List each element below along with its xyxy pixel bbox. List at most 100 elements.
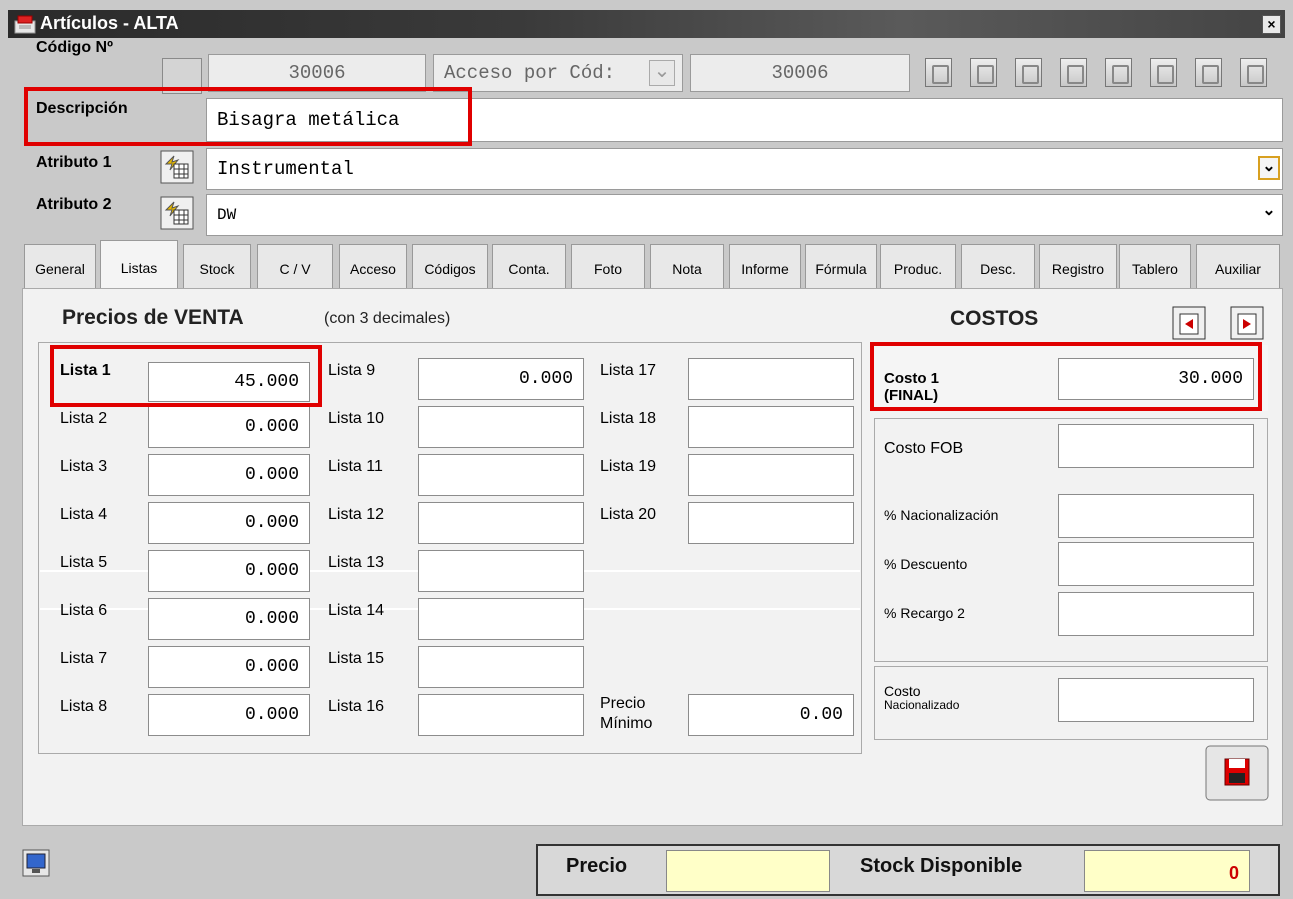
- lista-8-label: Lista 8: [60, 698, 108, 715]
- atributo1-select[interactable]: Instrumental: [206, 148, 1283, 190]
- lista-15-label: Lista 15: [328, 650, 385, 667]
- acceso-dropdown-icon[interactable]: ⌄: [649, 60, 675, 86]
- nav-prev-icon[interactable]: [1015, 58, 1042, 87]
- nav-prev-page-icon[interactable]: [970, 58, 997, 87]
- atributo1-value: Instrumental: [217, 158, 354, 180]
- nav-next-icon[interactable]: [1105, 58, 1132, 87]
- tab-codigos[interactable]: Códigos: [412, 244, 488, 288]
- floppy-disk-icon: [1224, 758, 1250, 786]
- tab-informe[interactable]: Informe: [729, 244, 801, 288]
- lista-6-field[interactable]: 0.000: [148, 598, 310, 640]
- nacionalizacion-field[interactable]: [1058, 494, 1254, 538]
- lista-8-field[interactable]: 0.000: [148, 694, 310, 736]
- costo-nacionalizado-field[interactable]: [1058, 678, 1254, 722]
- atributo1-dropdown-icon[interactable]: ⌄: [1258, 156, 1280, 180]
- app-icon: [14, 15, 36, 34]
- lista-3-label: Lista 3: [60, 458, 108, 475]
- nacionalizacion-label: % Nacionalización: [884, 507, 999, 523]
- close-button[interactable]: ×: [1262, 15, 1281, 34]
- lista-2-field[interactable]: 0.000: [148, 406, 310, 448]
- lista-5-field[interactable]: 0.000: [148, 550, 310, 592]
- stock-disponible-label: Stock Disponible: [860, 855, 1023, 877]
- lista-14-field[interactable]: [418, 598, 584, 640]
- costo1-highlight: [870, 342, 1262, 411]
- tab-registro[interactable]: Registro: [1039, 244, 1117, 288]
- costo-nacionalizado-label-line2: Nacionalizado: [884, 698, 960, 712]
- lista-20-field[interactable]: [688, 502, 854, 544]
- lista-4-label: Lista 4: [60, 506, 108, 523]
- tab-general[interactable]: General: [24, 244, 96, 288]
- nav-new-icon[interactable]: [1240, 58, 1267, 87]
- tab-listas[interactable]: Listas: [100, 240, 178, 290]
- lista-11-field[interactable]: [418, 454, 584, 496]
- atributo2-dropdown-icon[interactable]: ⌄: [1258, 202, 1280, 226]
- tab-cv[interactable]: C / V: [257, 244, 333, 288]
- nav-last-icon[interactable]: [1195, 58, 1222, 87]
- lista-5-label: Lista 5: [60, 554, 108, 571]
- lista-17-label: Lista 17: [600, 362, 657, 379]
- precio-minimo-label-line1: Precio: [600, 695, 646, 712]
- descuento-field[interactable]: [1058, 542, 1254, 586]
- stock-disponible-field: 0: [1084, 850, 1250, 892]
- save-button[interactable]: [1205, 745, 1269, 801]
- costo-prev-icon[interactable]: [1172, 306, 1206, 340]
- precio-minimo-label-line2: Mínimo: [600, 715, 653, 732]
- lista-18-field[interactable]: [688, 406, 854, 448]
- costo-nacionalizado-label: Costo Nacionalizado: [884, 684, 959, 712]
- precio-status-field: [666, 850, 830, 892]
- atributo1-lookup-icon[interactable]: [160, 150, 194, 184]
- tab-auxiliar[interactable]: Auxiliar: [1196, 244, 1280, 288]
- atributo2-lookup-icon[interactable]: [160, 196, 194, 230]
- nav-next-page-icon[interactable]: [1150, 58, 1177, 87]
- monitor-icon[interactable]: [22, 849, 50, 877]
- codigo-field-2: 30006: [690, 54, 910, 92]
- tab-acceso[interactable]: Acceso: [339, 244, 407, 288]
- lista-11-label: Lista 11: [328, 458, 383, 475]
- lista-10-label: Lista 10: [328, 410, 385, 427]
- lista-2-label: Lista 2: [60, 410, 108, 427]
- tab-formula[interactable]: Fórmula: [805, 244, 877, 288]
- tab-conta[interactable]: Conta.: [492, 244, 566, 288]
- precios-venta-subheading: (con 3 decimales): [324, 310, 451, 327]
- lista-7-label: Lista 7: [60, 650, 108, 667]
- tab-foto[interactable]: Foto: [571, 244, 645, 288]
- lista-1-highlight: [50, 345, 322, 407]
- tab-desc[interactable]: Desc.: [961, 244, 1035, 288]
- precios-venta-heading: Precios de VENTA: [62, 306, 244, 329]
- lista-16-label: Lista 16: [328, 698, 385, 715]
- nav-first-icon[interactable]: [925, 58, 952, 87]
- costo-fob-field[interactable]: [1058, 424, 1254, 468]
- record-nav-toolbar: [917, 52, 1285, 96]
- lista-9-field[interactable]: 0.000: [418, 358, 584, 400]
- precio-minimo-label: Precio Mínimo: [600, 694, 652, 734]
- lista-17-field[interactable]: [688, 358, 854, 400]
- lista-9-label: Lista 9: [328, 362, 376, 379]
- tab-nota[interactable]: Nota: [650, 244, 724, 288]
- lista-15-field[interactable]: [418, 646, 584, 688]
- lista-13-label: Lista 13: [328, 554, 385, 571]
- lista-7-field[interactable]: 0.000: [148, 646, 310, 688]
- lista-12-label: Lista 12: [328, 506, 385, 523]
- window-title: Artículos - ALTA: [40, 13, 179, 33]
- precio-minimo-field[interactable]: 0.00: [688, 694, 854, 736]
- lista-16-field[interactable]: [418, 694, 584, 736]
- recargo-field[interactable]: [1058, 592, 1254, 636]
- tab-produc[interactable]: Produc.: [880, 244, 956, 288]
- descripcion-highlight: [24, 87, 472, 146]
- lista-19-field[interactable]: [688, 454, 854, 496]
- tab-tablero[interactable]: Tablero: [1119, 244, 1191, 288]
- costo-next-icon[interactable]: [1230, 306, 1264, 340]
- lista-6-label: Lista 6: [60, 602, 108, 619]
- lista-3-field[interactable]: 0.000: [148, 454, 310, 496]
- lista-10-field[interactable]: [418, 406, 584, 448]
- tab-stock[interactable]: Stock: [183, 244, 251, 288]
- lista-13-field[interactable]: [418, 550, 584, 592]
- costo-nacionalizado-label-line1: Costo: [884, 683, 921, 699]
- codigo-label: Código Nº: [36, 39, 113, 56]
- nav-search-icon[interactable]: [1060, 58, 1087, 87]
- atributo2-select[interactable]: DW: [206, 194, 1283, 236]
- atributo2-label: Atributo 2: [36, 196, 112, 213]
- lista-4-field[interactable]: 0.000: [148, 502, 310, 544]
- lista-12-field[interactable]: [418, 502, 584, 544]
- atributo2-value: DW: [217, 206, 237, 224]
